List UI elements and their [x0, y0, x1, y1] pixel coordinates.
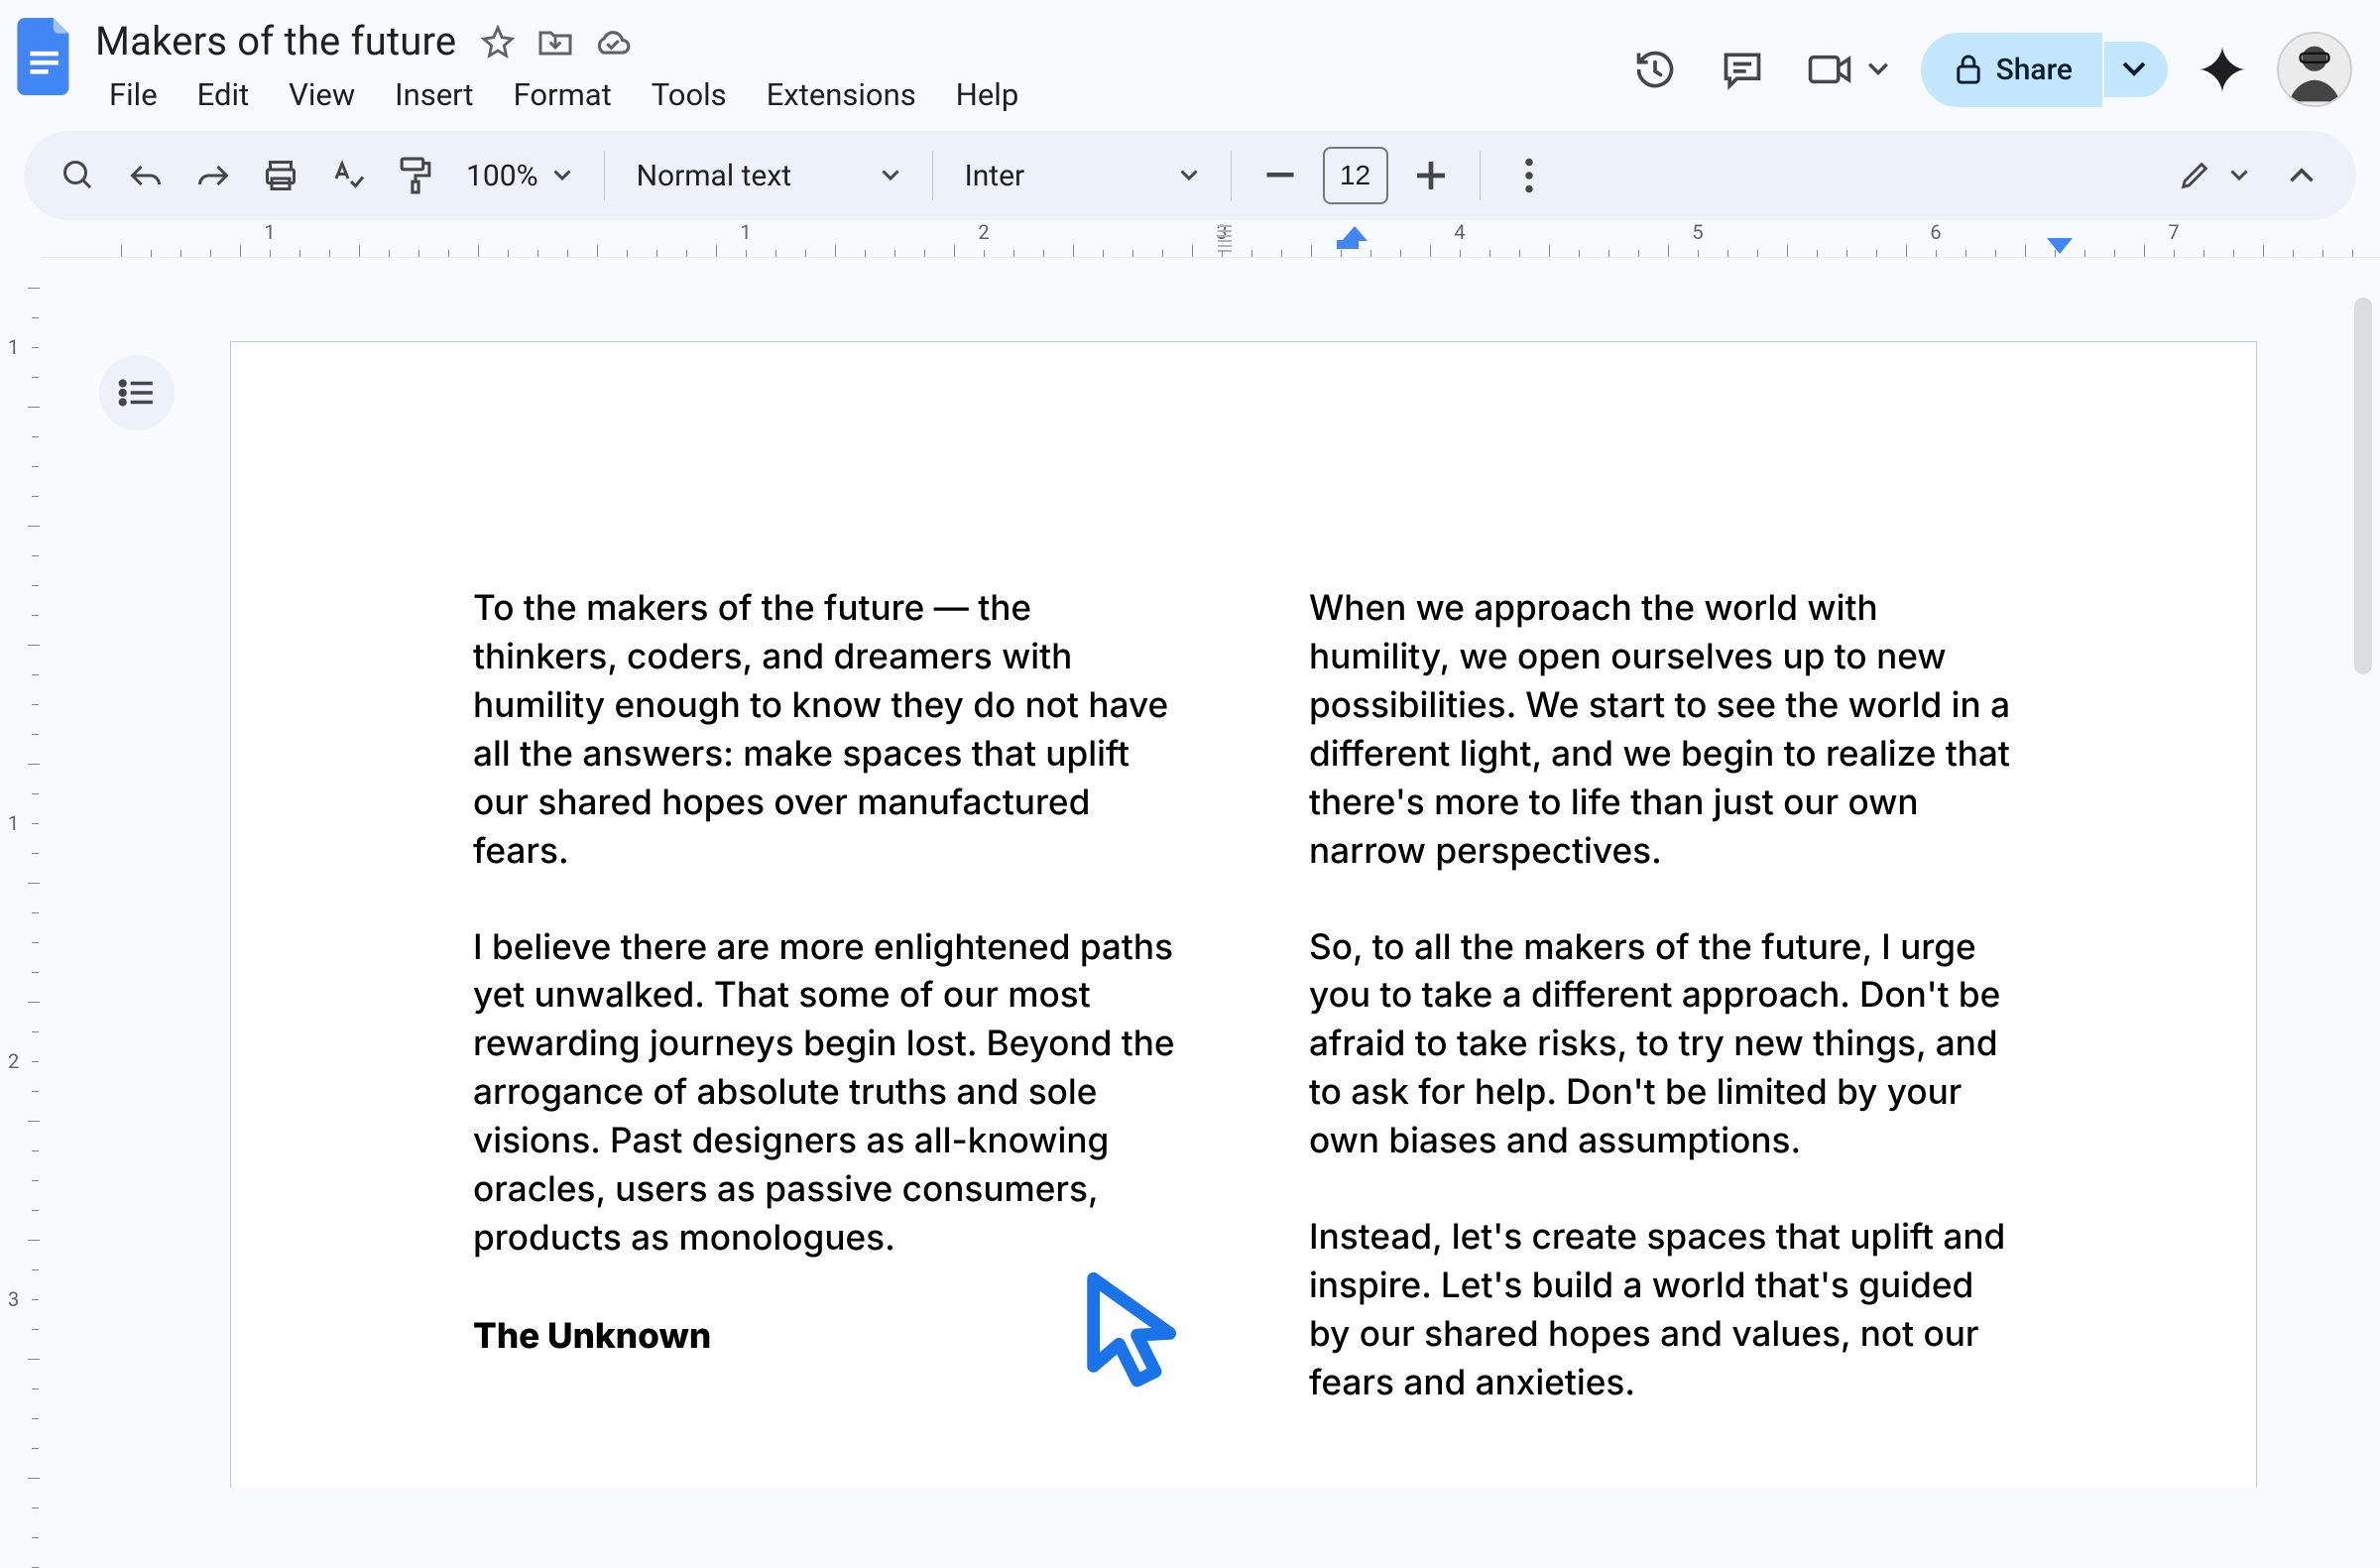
scrollbar-thumb[interactable]	[2354, 298, 2372, 674]
document-title[interactable]: Makers of the future	[95, 18, 456, 64]
heading[interactable]: The Unknown	[473, 1312, 1178, 1361]
menu-insert[interactable]: Insert	[377, 72, 491, 117]
history-icon[interactable]	[1627, 42, 1683, 97]
share-button[interactable]: Share	[1921, 33, 2102, 107]
title-area: Makers of the future File Edit View Inse…	[87, 12, 1036, 117]
chevron-down-icon	[2229, 170, 2249, 181]
ruler-number: 3	[8, 1287, 19, 1311]
column-break-marker	[1218, 224, 1232, 252]
decrease-font-icon[interactable]	[1251, 147, 1309, 204]
ruler-number: 4	[1454, 220, 1465, 244]
meet-dropdown-icon[interactable]	[1867, 62, 1889, 76]
lock-icon	[1955, 54, 1982, 85]
indent-start-marker[interactable]	[1342, 226, 1368, 241]
document-body[interactable]: To the makers of the future — the thinke…	[231, 342, 2256, 1420]
zoom-value: 100%	[466, 159, 538, 193]
paragraph[interactable]: To the makers of the future — the thinke…	[473, 584, 1178, 876]
document-page[interactable]: To the makers of the future — the thinke…	[230, 341, 2257, 1488]
ruler-number: 2	[8, 1049, 19, 1073]
paint-format-icon[interactable]	[387, 147, 444, 204]
menu-format[interactable]: Format	[496, 72, 630, 117]
menu-extensions[interactable]: Extensions	[749, 72, 934, 117]
header-right: Share	[1627, 12, 2352, 107]
chevron-down-icon	[552, 170, 572, 181]
chevron-down-icon	[1179, 170, 1199, 181]
menu-tools[interactable]: Tools	[634, 72, 745, 117]
more-tools-icon[interactable]	[1500, 147, 1558, 204]
paragraph[interactable]: Instead, let's create spaces that uplift…	[1309, 1213, 2014, 1407]
share-label: Share	[1996, 53, 2073, 87]
gemini-icon[interactable]	[2200, 47, 2245, 92]
chevron-down-icon	[881, 170, 900, 181]
outline-toggle-icon[interactable]	[99, 355, 175, 430]
redo-icon[interactable]	[184, 147, 242, 204]
font-value: Inter	[965, 159, 1025, 193]
collapse-toolbar-icon[interactable]	[2273, 147, 2330, 204]
paragraph[interactable]: When we approach the world with humility…	[1309, 584, 2014, 876]
menu-edit[interactable]: Edit	[179, 72, 268, 117]
style-select[interactable]: Normal text	[625, 159, 912, 193]
undo-icon[interactable]	[117, 147, 175, 204]
account-avatar[interactable]	[2277, 32, 2352, 107]
separator	[1480, 151, 1481, 200]
ruler-number: 2	[978, 220, 989, 244]
separator	[1231, 151, 1232, 200]
indent-end-marker[interactable]	[2047, 238, 2073, 254]
horizontal-ruler[interactable]: 1 1 2 3 4 5 6 7	[42, 220, 2380, 258]
menu-file[interactable]: File	[91, 72, 176, 117]
separator	[604, 151, 605, 200]
paragraph[interactable]: So, to all the makers of the future, I u…	[1309, 923, 2014, 1166]
spellcheck-icon[interactable]	[319, 147, 377, 204]
vertical-ruler[interactable]: 1 1 2 3	[0, 288, 42, 1488]
ruler-number: 1	[8, 335, 19, 359]
font-size-input[interactable]	[1323, 147, 1388, 204]
pencil-icon	[2178, 159, 2211, 192]
font-select[interactable]: Inter	[953, 159, 1211, 193]
menu-bar: File Edit View Insert Format Tools Exten…	[87, 64, 1036, 117]
menu-help[interactable]: Help	[938, 72, 1037, 117]
cloud-status-icon[interactable]	[593, 22, 633, 61]
docs-logo[interactable]	[12, 12, 79, 101]
separator	[932, 151, 933, 200]
star-icon[interactable]	[478, 22, 518, 61]
menu-view[interactable]: View	[271, 72, 373, 117]
ruler-number: 5	[1692, 220, 1703, 244]
indent-start-base[interactable]	[1337, 240, 1359, 249]
zoom-select[interactable]: 100%	[454, 159, 584, 193]
style-value: Normal text	[637, 159, 791, 193]
header-bar: Makers of the future File Edit View Inse…	[0, 0, 2380, 117]
share-dropdown[interactable]	[2104, 42, 2168, 97]
toolbar: 100% Normal text Inter	[24, 131, 2356, 220]
ruler-number: 7	[2168, 220, 2179, 244]
meet-icon[interactable]	[1802, 42, 1857, 97]
move-icon[interactable]	[536, 22, 575, 61]
editing-mode-select[interactable]	[2164, 159, 2263, 192]
chevron-down-icon	[2122, 61, 2146, 77]
document-canvas[interactable]: To the makers of the future — the thinke…	[42, 325, 2380, 1488]
ruler-number: 1	[8, 811, 19, 835]
ruler-number: 6	[1930, 220, 1941, 244]
search-icon[interactable]	[50, 147, 107, 204]
print-icon[interactable]	[252, 147, 309, 204]
ruler-number: 1	[264, 220, 275, 244]
comments-icon[interactable]	[1715, 42, 1770, 97]
paragraph[interactable]: I believe there are more enlightened pat…	[473, 923, 1178, 1263]
ruler-number: 1	[740, 220, 751, 244]
increase-font-icon[interactable]	[1402, 147, 1460, 204]
